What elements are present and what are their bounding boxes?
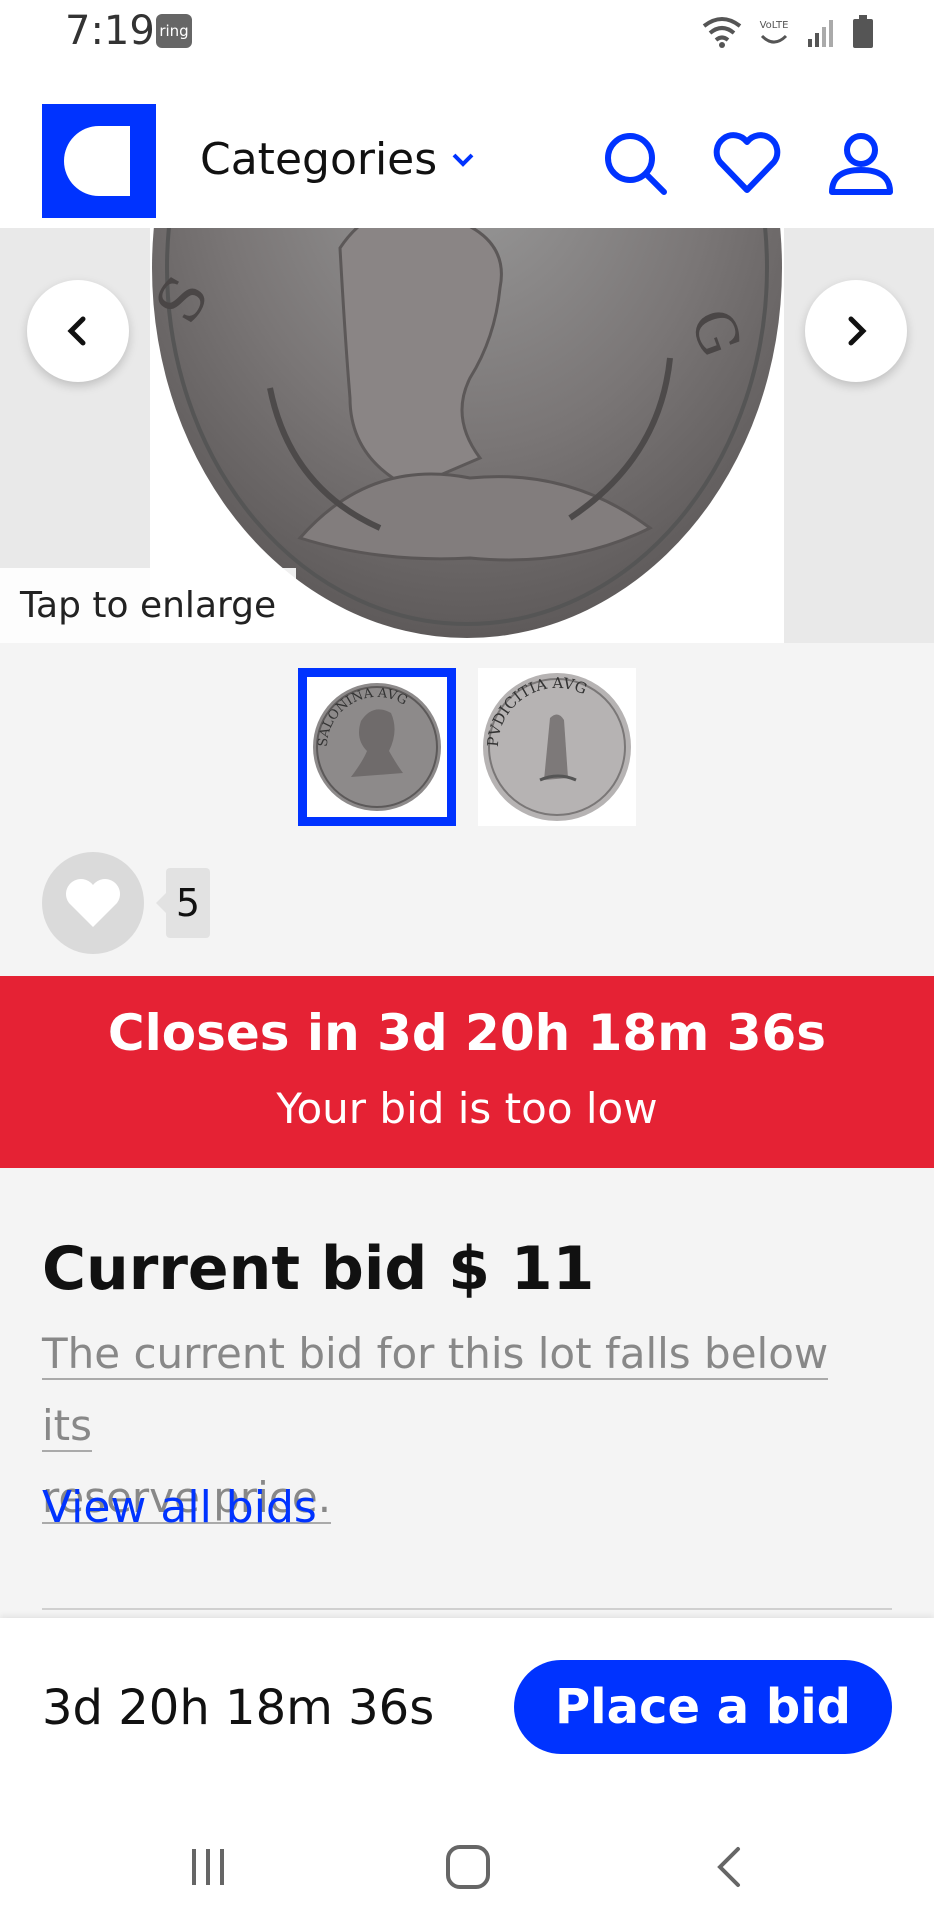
image-carousel[interactable]: S G Tap to enlarge (0, 228, 934, 643)
add-to-favorites-button[interactable] (42, 852, 144, 954)
ring-app-badge: ring (156, 14, 192, 48)
recents-button[interactable] (168, 1832, 248, 1902)
tap-to-enlarge-label[interactable]: Tap to enlarge (0, 568, 297, 643)
home-button[interactable] (428, 1832, 508, 1902)
logo-icon (64, 126, 130, 196)
svg-text:VoLTE: VoLTE (760, 20, 789, 31)
back-icon (717, 1847, 740, 1887)
favorites-count: 5 (156, 868, 210, 938)
volte-icon: VoLTE (760, 20, 789, 44)
chevron-right-icon (848, 316, 867, 346)
closing-banner: Closes in 3d 20h 18m 36s Your bid is too… (0, 976, 934, 1168)
favorites-button[interactable] (712, 128, 782, 198)
thumbnail-reverse[interactable]: PVDICITIA AVG (478, 668, 636, 826)
battery-icon (853, 15, 873, 48)
current-bid: Current bid $ 11 (42, 1234, 595, 1304)
bid-bar: 3d 20h 18m 36s Place a bid (0, 1618, 934, 1808)
signal-icon (808, 20, 833, 47)
recents-icon (192, 1849, 224, 1885)
status-bar: 7:19 ring VoLTE (0, 0, 934, 68)
app-header: Categories (0, 68, 934, 228)
previous-image-button[interactable] (27, 280, 129, 382)
categories-dropdown[interactable]: Categories (200, 134, 475, 185)
heart-icon (713, 132, 781, 193)
closing-countdown: Closes in 3d 20h 18m 36s (107, 1004, 827, 1062)
search-button[interactable] (600, 128, 670, 198)
divider (42, 1608, 892, 1610)
search-icon (605, 133, 667, 195)
thumbnail-obverse[interactable]: SALONINA AVG (298, 668, 456, 826)
user-icon (829, 133, 893, 195)
place-bid-button[interactable]: Place a bid (514, 1660, 892, 1754)
app-logo[interactable] (42, 104, 156, 218)
reserve-note-line-1: The current bid for this lot falls below… (42, 1329, 829, 1452)
heart-icon (66, 879, 120, 927)
status-icons: VoLTE (702, 14, 874, 50)
view-all-bids-link[interactable]: View all bids (42, 1482, 317, 1533)
account-button[interactable] (826, 128, 896, 198)
system-navigation-bar (0, 1808, 934, 1920)
next-image-button[interactable] (805, 280, 907, 382)
coin-thumbnail-image: SALONINA AVG (313, 683, 441, 811)
chevron-left-icon (67, 316, 86, 346)
home-icon (446, 1845, 490, 1889)
status-time: 7:19 (65, 8, 155, 54)
back-button[interactable] (690, 1832, 770, 1902)
bid-countdown: 3d 20h 18m 36s (42, 1680, 435, 1736)
categories-label: Categories (200, 134, 438, 185)
bid-status-message: Your bid is too low (276, 1084, 658, 1133)
chevron-down-icon (452, 153, 474, 167)
wifi-icon (702, 17, 742, 48)
coin-thumbnail-image: PVDICITIA AVG (483, 673, 631, 821)
